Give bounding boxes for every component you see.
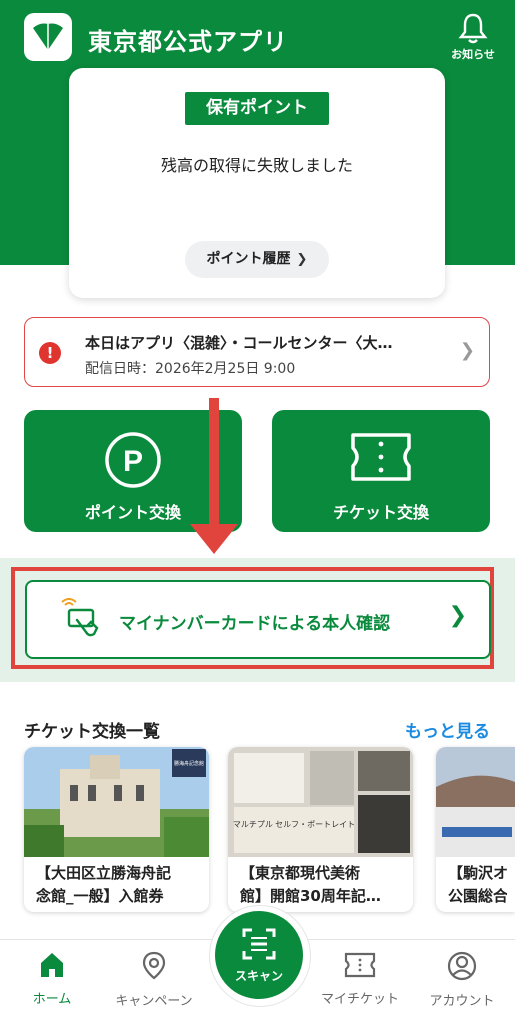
- chevron-right-icon: ❯: [459, 340, 475, 361]
- ticket-title-line: 念館_一般】入館券: [36, 887, 164, 905]
- nav-home-label: ホーム: [32, 992, 72, 1007]
- ticket-icon: [344, 952, 376, 978]
- card-tap-icon: [61, 598, 99, 637]
- ticket-exchange-label: チケット交換: [332, 503, 429, 522]
- ticket-title: 【東京都現代美術 館】開館30周年記…: [240, 862, 405, 908]
- points-card: 保有ポイント 残高の取得に失敗しました ポイント履歴 ❯: [69, 68, 445, 298]
- alert-icon: !: [39, 342, 61, 364]
- sign-text: 勝海舟記念館: [174, 760, 204, 767]
- ticket-card[interactable]: マルチプル セルフ・ポートレイト 【東京都現代美術 館】開館30周年記…: [228, 747, 413, 912]
- notice-banner[interactable]: ! 本日はアプリ〈混雑〉・コールセンター〈大… 配信日時：2026年2月25日 …: [24, 317, 490, 387]
- ticket-image: マルチプル セルフ・ポートレイト: [228, 747, 413, 857]
- home-icon: [41, 953, 63, 977]
- points-badge: 保有ポイント: [185, 92, 329, 125]
- notice-date: 配信日時：2026年2月25日 9:00: [85, 361, 296, 377]
- annotation-arrow-shaft: [209, 398, 219, 528]
- nav-campaign-label: キャンペーン: [115, 994, 193, 1009]
- app-title: 東京都公式アプリ: [88, 28, 288, 56]
- nav-home[interactable]: ホーム: [2, 950, 102, 1007]
- mynumber-verification-button[interactable]: マイナンバーカードによる本人確認 ❯: [25, 580, 491, 659]
- account-icon: [447, 951, 477, 981]
- notice-title: 本日はアプリ〈混雑〉・コールセンター〈大…: [85, 334, 393, 352]
- ticket-exchange-button[interactable]: チケット交換: [272, 410, 490, 532]
- point-coin-letter: P: [123, 445, 143, 478]
- ticket-title-line: 【東京都現代美術: [240, 864, 361, 882]
- ticket-image: 勝海舟記念館: [24, 747, 209, 857]
- ticket-card[interactable]: 【駒沢オ 公園総合: [436, 747, 515, 912]
- chevron-right-icon: ❯: [448, 603, 467, 628]
- ticket-title-line: 【駒沢オ: [448, 864, 507, 882]
- chevron-right-icon: ❯: [296, 252, 308, 267]
- bell-icon: [458, 13, 488, 44]
- see-more-link[interactable]: もっと見る: [405, 717, 490, 742]
- mynumber-label: マイナンバーカードによる本人確認: [119, 614, 391, 634]
- annotation-arrow-head: [190, 524, 238, 554]
- nav-account-label: アカウント: [429, 994, 495, 1009]
- points-error-message: 残高の取得に失敗しました: [160, 156, 353, 175]
- app-logo: [24, 13, 72, 61]
- notifications-label: お知らせ: [451, 48, 495, 61]
- nav-account[interactable]: アカウント: [412, 950, 512, 1009]
- scan-button[interactable]: スキャン: [215, 911, 303, 999]
- nav-campaign[interactable]: キャンペーン: [104, 950, 204, 1009]
- ticket-card[interactable]: 勝海舟記念館 【大田区立勝海舟記 念館_一般】入館券: [24, 747, 209, 912]
- nav-my-ticket[interactable]: マイチケット: [310, 950, 410, 1007]
- notifications-button[interactable]: お知らせ: [444, 12, 502, 62]
- ticket-list-title: チケット交換一覧: [24, 722, 160, 742]
- ticket-title-line: 公園総合: [448, 887, 507, 905]
- nav-my-ticket-label: マイチケット: [320, 992, 399, 1007]
- poster-text: マルチプル セルフ・ポートレイト: [233, 820, 355, 829]
- ticket-title: 【大田区立勝海舟記 念館_一般】入館券: [36, 862, 201, 908]
- ticket-title: 【駒沢オ 公園総合: [448, 862, 507, 908]
- ticket-title-line: 【大田区立勝海舟記: [36, 864, 172, 882]
- scan-label: スキャン: [234, 969, 283, 983]
- point-history-label: ポイント履歴: [206, 251, 291, 267]
- point-history-button[interactable]: ポイント履歴 ❯: [185, 241, 329, 278]
- point-coin-icon: P: [105, 432, 161, 488]
- ticket-icon: [351, 433, 411, 481]
- location-pin-icon: [142, 951, 166, 980]
- ticket-image: [436, 747, 515, 857]
- scan-icon: [242, 928, 276, 960]
